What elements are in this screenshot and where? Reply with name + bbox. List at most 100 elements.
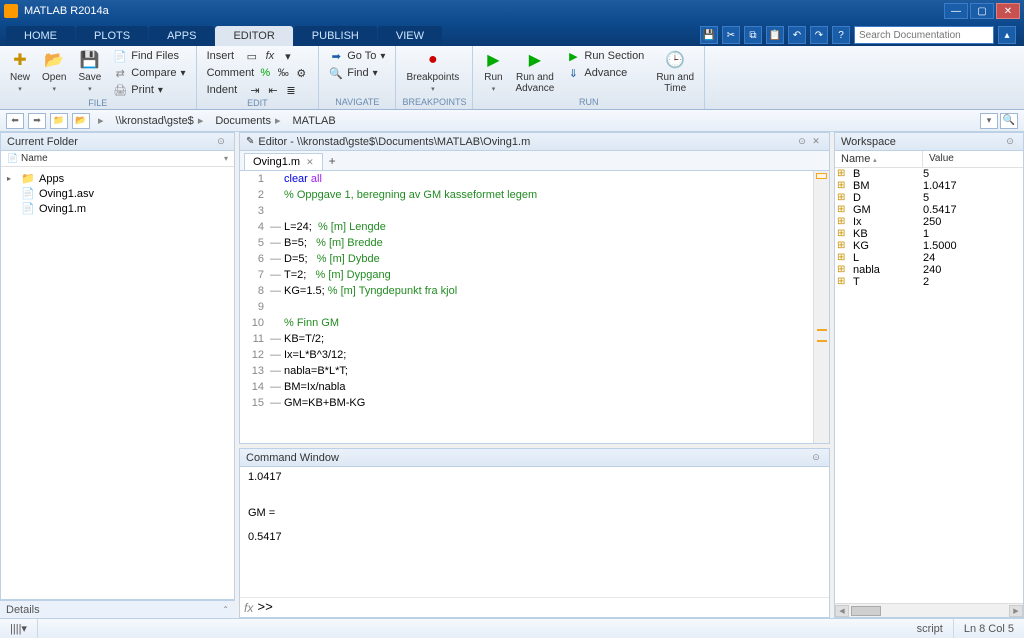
workspace-variable-row[interactable]: ⊞GM0.5417 [835, 204, 1023, 216]
editor-scrollbar[interactable] [813, 171, 829, 443]
command-window-title: Command Window [246, 452, 339, 464]
workspace-variable-row[interactable]: ⊞Ix250 [835, 216, 1023, 228]
lint-warning-marker[interactable] [817, 340, 827, 342]
tab-view[interactable]: VIEW [378, 26, 442, 46]
print-button[interactable]: 🖨Print ▾ [109, 82, 189, 98]
command-window-output[interactable]: 1.0417 GM = 0.5417 [240, 467, 829, 597]
code-line[interactable]: 2 % Oppgave 1, beregning av GM kasseform… [240, 187, 829, 203]
details-panel-header[interactable]: Details ⌃ [0, 600, 235, 618]
variable-icon: ⊞ [837, 228, 853, 240]
code-line[interactable]: 3 [240, 203, 829, 219]
qat-save-icon[interactable]: 💾 [700, 26, 718, 44]
search-documentation-input[interactable] [854, 26, 994, 44]
advance-button[interactable]: ⇓Advance [562, 65, 648, 81]
code-line[interactable]: 8—KG=1.5; % [m] Tyngdepunkt fra kjol [240, 283, 829, 299]
code-line[interactable]: 15—GM=KB+BM-KG [240, 395, 829, 411]
path-segment-root[interactable]: \\kronstad\gste$ ▸ [112, 114, 208, 127]
open-button[interactable]: 📂Open▾ [38, 48, 70, 95]
editor-file-tab[interactable]: Oving1.m✕ [244, 153, 323, 170]
run-section-button[interactable]: ▶Run Section [562, 48, 648, 64]
close-button[interactable]: ✕ [996, 3, 1020, 19]
panel-menu-button[interactable]: ⊙ [214, 135, 228, 149]
qat-undo-icon[interactable]: ↶ [788, 26, 806, 44]
cw-panel-menu-button[interactable]: ⊙ [809, 451, 823, 465]
save-button[interactable]: 💾Save▾ [74, 48, 105, 95]
insert-button[interactable]: Insert ▭ fx ▾ [203, 48, 313, 64]
path-segment-documents[interactable]: Documents ▸ [211, 114, 284, 127]
forward-button[interactable]: ➡ [28, 113, 46, 129]
new-tab-button[interactable]: + [323, 152, 342, 170]
close-tab-icon[interactable]: ✕ [306, 157, 314, 168]
workspace-variable-row[interactable]: ⊞KG1.5000 [835, 240, 1023, 252]
qat-copy-icon[interactable]: ⧉ [744, 26, 762, 44]
workspace-variable-row[interactable]: ⊞KB1 [835, 228, 1023, 240]
path-segment-matlab[interactable]: MATLAB [289, 115, 340, 127]
scroll-left-button[interactable]: ◀ [835, 605, 849, 617]
editor-panel-menu-button[interactable]: ⊙ [795, 135, 809, 149]
collapse-toolstrip-button[interactable]: ▴ [998, 26, 1016, 44]
scroll-thumb[interactable] [851, 606, 881, 616]
workspace-variable-row[interactable]: ⊞D5 [835, 192, 1023, 204]
new-button[interactable]: ✚New▾ [6, 48, 34, 95]
compare-button[interactable]: ⇄Compare ▾ [109, 65, 189, 81]
new-file-icon: ✚ [10, 50, 30, 70]
code-line[interactable]: 6—D=5; % [m] Dybde [240, 251, 829, 267]
workspace-hscrollbar[interactable]: ◀ ▶ [835, 603, 1023, 617]
code-line[interactable]: 12—Ix=L*B^3/12; [240, 347, 829, 363]
qat-cut-icon[interactable]: ✂ [722, 26, 740, 44]
qat-paste-icon[interactable]: 📋 [766, 26, 784, 44]
tab-plots[interactable]: PLOTS [76, 26, 148, 46]
run-and-advance-button[interactable]: ▶Run and Advance [511, 48, 558, 96]
minimize-button[interactable]: — [944, 3, 968, 19]
mfile-icon: 📄 [21, 202, 35, 215]
qat-help-icon[interactable]: ? [832, 26, 850, 44]
run-button[interactable]: ▶Run▾ [479, 48, 507, 95]
tab-editor[interactable]: EDITOR [215, 26, 292, 46]
code-line[interactable]: 13—nabla=B*L*T; [240, 363, 829, 379]
file-item[interactable]: 📄Oving1.asv [5, 186, 230, 201]
workspace-variable-row[interactable]: ⊞L24 [835, 252, 1023, 264]
tab-apps[interactable]: APPS [149, 26, 214, 46]
file-item[interactable]: 📄Oving1.m [5, 201, 230, 216]
workspace-header-row[interactable]: Name ▴ Value [835, 151, 1023, 168]
code-line[interactable]: 4—L=24; % [m] Lengde [240, 219, 829, 235]
command-window-prompt-row[interactable]: fx >> [240, 597, 829, 617]
editor-code-area[interactable]: 1 clear all2 % Oppgave 1, beregning av G… [240, 171, 829, 443]
breakpoints-button[interactable]: ●Breakpoints▾ [402, 48, 463, 95]
file-icon: 📄 [21, 187, 35, 200]
back-button[interactable]: ⬅ [6, 113, 24, 129]
workspace-variable-row[interactable]: ⊞B5 [835, 168, 1023, 180]
comment-button[interactable]: Comment % ‰ ⚙ [203, 65, 313, 81]
ws-panel-menu-button[interactable]: ⊙ [1003, 135, 1017, 149]
lint-summary-icon [816, 173, 827, 179]
qat-redo-icon[interactable]: ↷ [810, 26, 828, 44]
code-line[interactable]: 11—KB=T/2; [240, 331, 829, 347]
code-line[interactable]: 14—BM=Ix/nabla [240, 379, 829, 395]
path-search-button[interactable]: 🔍 [1000, 113, 1018, 129]
tab-publish[interactable]: PUBLISH [294, 26, 377, 46]
lint-warning-marker[interactable] [817, 329, 827, 331]
workspace-variable-row[interactable]: ⊞BM1.0417 [835, 180, 1023, 192]
code-line[interactable]: 1 clear all [240, 171, 829, 187]
workspace-variable-row[interactable]: ⊞T2 [835, 276, 1023, 288]
scroll-right-button[interactable]: ▶ [1009, 605, 1023, 617]
workspace-variable-row[interactable]: ⊞nabla240 [835, 264, 1023, 276]
browse-folder-button[interactable]: 📂 [72, 113, 90, 129]
indent-button[interactable]: Indent ⇥ ⇤ ≣ [203, 82, 313, 98]
tab-home[interactable]: HOME [6, 26, 75, 46]
maximize-button[interactable]: ▢ [970, 3, 994, 19]
up-folder-button[interactable]: 📁 [50, 113, 68, 129]
path-dropdown-button[interactable]: ▾ [980, 113, 998, 129]
code-line[interactable]: 9 [240, 299, 829, 315]
code-line[interactable]: 7—T=2; % [m] Dypgang [240, 267, 829, 283]
run-and-time-button[interactable]: 🕒Run and Time [652, 48, 698, 96]
find-button[interactable]: 🔍Find ▾ [325, 65, 389, 81]
folder-item[interactable]: ▸📁Apps [5, 171, 230, 186]
code-line[interactable]: 10 % Finn GM [240, 315, 829, 331]
editor-panel-close-button[interactable]: ✕ [809, 135, 823, 149]
find-files-button[interactable]: 📄Find Files [109, 48, 189, 64]
code-line[interactable]: 5—B=5; % [m] Bredde [240, 235, 829, 251]
current-folder-header-row[interactable]: 📄 Name ▾ [1, 151, 234, 167]
goto-button[interactable]: ➡Go To ▾ [325, 48, 389, 64]
fx-function-browser-icon[interactable]: fx [244, 601, 253, 615]
